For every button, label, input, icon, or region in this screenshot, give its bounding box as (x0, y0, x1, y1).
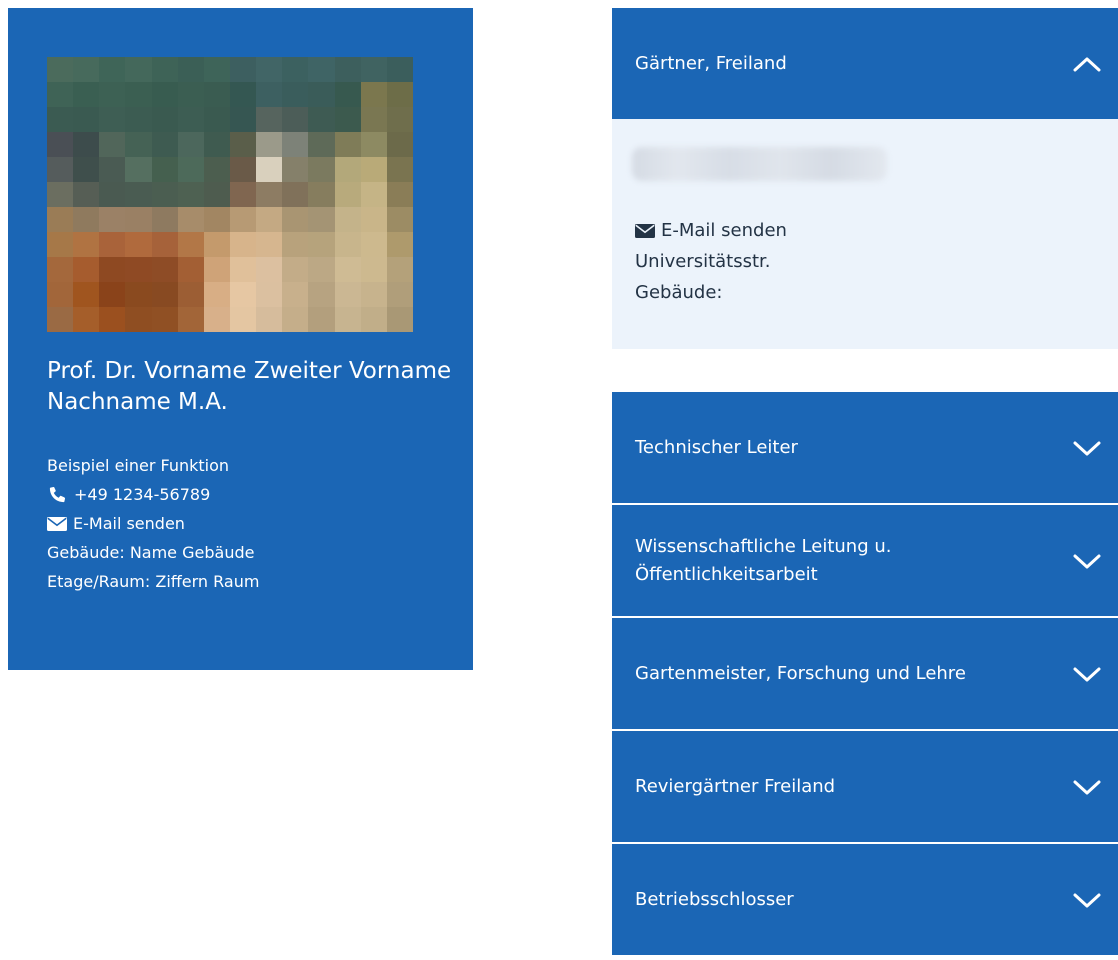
accordion-header-betriebsschlosser[interactable]: Betriebsschlosser (612, 844, 1118, 955)
profile-function: Beispiel einer Funktion (47, 456, 230, 475)
profile-card: Prof. Dr. Vorname Zweiter Vorname Nachna… (8, 8, 473, 670)
chevron-down-icon (1073, 667, 1101, 681)
phone-icon (49, 486, 66, 503)
envelope-icon (47, 516, 67, 531)
chevron-down-icon (1073, 554, 1101, 568)
panel-street: Universitätsstr. (635, 251, 771, 272)
profile-building-row: Gebäude: Name Gebäude (47, 538, 259, 567)
profile-name: Prof. Dr. Vorname Zweiter Vorname Nachna… (47, 358, 452, 415)
accordion-header-label: Gärtner, Freiland (635, 52, 787, 74)
blurred-contact-name (632, 147, 887, 181)
panel-contact-info: E-Mail senden Universitätsstr. Gebäude: (635, 215, 787, 308)
panel-building: Gebäude: (635, 282, 723, 303)
accordion-header-label: Wissenschaftliche Leitung u. Öffentlichk… (635, 535, 892, 585)
chevron-up-icon (1073, 57, 1101, 71)
profile-photo (47, 57, 413, 332)
accordion-header-wissenschaftliche-leitung[interactable]: Wissenschaftliche Leitung u. Öffentlichk… (612, 505, 1118, 616)
panel-email-link[interactable]: E-Mail senden (635, 215, 787, 246)
profile-function-row: Beispiel einer Funktion (47, 451, 259, 480)
accordion-header-label: Reviergärtner Freiland (635, 775, 836, 797)
accordion-header-label: Betriebsschlosser (635, 888, 794, 910)
accordion-gap (612, 349, 1118, 392)
chevron-down-icon (1073, 441, 1101, 455)
accordion-header-gartenmeister[interactable]: Gartenmeister, Forschung und Lehre (612, 618, 1118, 729)
profile-email-label: E-Mail senden (73, 514, 185, 533)
profile-info: Beispiel einer Funktion +49 1234-56789 E… (47, 451, 259, 596)
accordion-panel-gaertner-freiland: E-Mail senden Universitätsstr. Gebäude: (612, 119, 1118, 349)
chevron-down-icon (1073, 780, 1101, 794)
accordion-header-gaertner-freiland[interactable]: Gärtner, Freiland (612, 8, 1118, 119)
accordion-header-label: Technischer Leiter (635, 436, 798, 458)
profile-building: Gebäude: Name Gebäude (47, 543, 255, 562)
profile-phone: +49 1234-56789 (74, 485, 211, 504)
chevron-down-icon (1073, 893, 1101, 907)
panel-email-label: E-Mail senden (661, 220, 787, 241)
contact-accordion: Gärtner, Freiland E-Mail senden Universi… (612, 8, 1118, 955)
accordion-header-reviergaertner[interactable]: Reviergärtner Freiland (612, 731, 1118, 842)
profile-phone-row[interactable]: +49 1234-56789 (47, 480, 259, 509)
profile-room-row: Etage/Raum: Ziffern Raum (47, 567, 259, 596)
accordion-header-label: Gartenmeister, Forschung und Lehre (635, 662, 966, 684)
profile-room: Etage/Raum: Ziffern Raum (47, 572, 260, 591)
envelope-icon (635, 223, 655, 238)
accordion-header-technischer-leiter[interactable]: Technischer Leiter (612, 392, 1118, 503)
profile-email-link[interactable]: E-Mail senden (47, 509, 259, 538)
